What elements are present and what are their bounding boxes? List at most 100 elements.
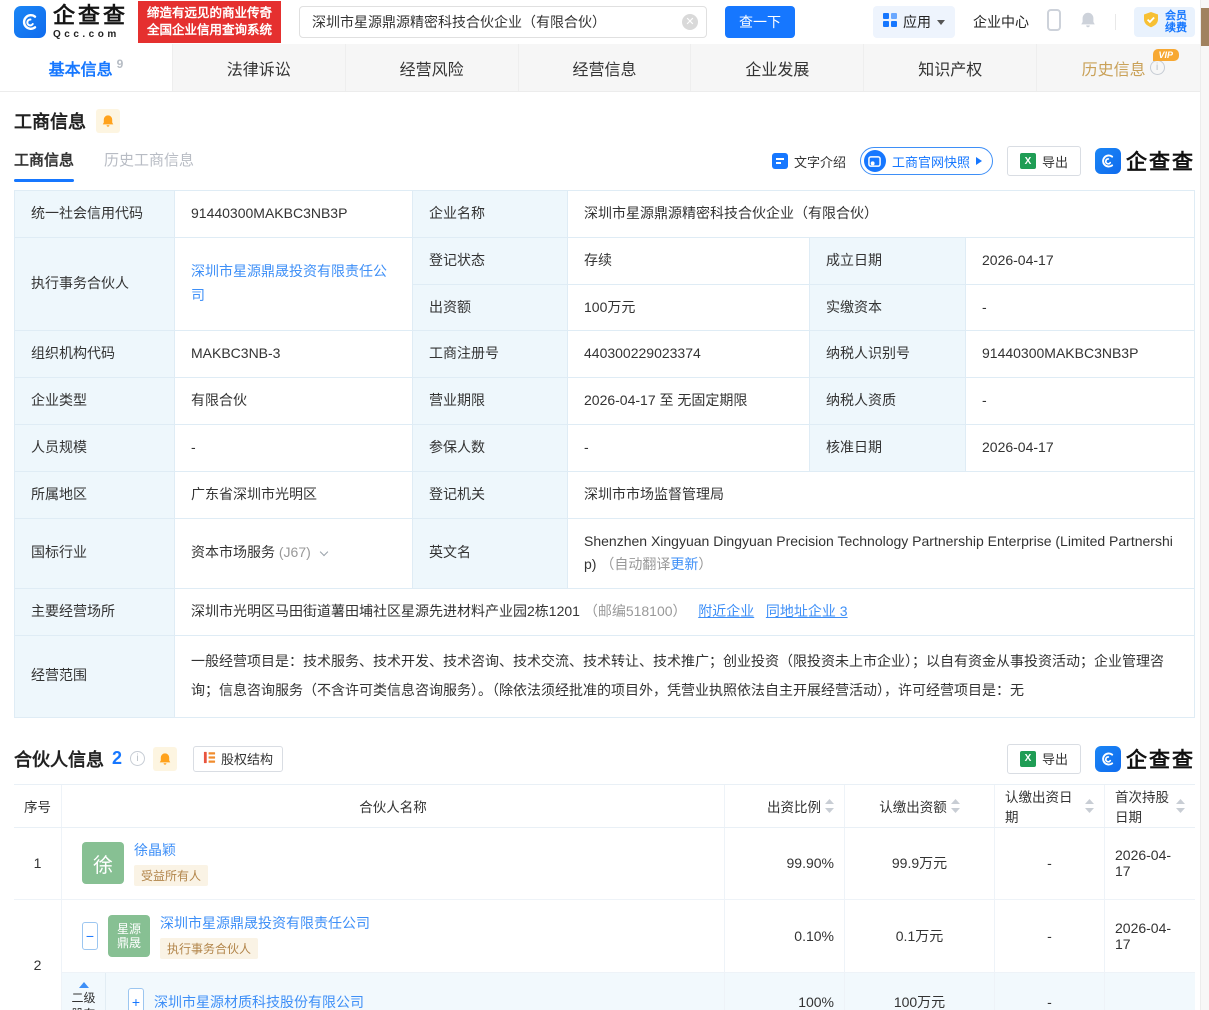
phone-icon[interactable] xyxy=(1047,8,1061,36)
search-button[interactable]: 查一下 xyxy=(725,6,796,38)
text-intro-button[interactable]: 文字介绍 xyxy=(771,152,846,171)
member-line2: 续费 xyxy=(1165,22,1187,34)
partner-name-link[interactable]: 徐晶颖 xyxy=(134,840,176,860)
info-label: 执行事务合伙人 xyxy=(14,236,175,332)
info-label: 成立日期 xyxy=(809,236,966,285)
sort-icon xyxy=(950,798,960,813)
info-value: - xyxy=(567,423,810,472)
ratio-value: 0.10% xyxy=(725,899,845,972)
info-icon: i xyxy=(130,751,146,767)
tab-intellectual-property[interactable]: 知识产权 xyxy=(864,44,1038,91)
amount-value: 0.1万元 xyxy=(845,899,995,972)
translate-update-link[interactable]: 更新 xyxy=(670,556,698,572)
equity-structure-button[interactable]: 股权结构 xyxy=(193,745,284,772)
tab-operation-risk[interactable]: 经营风险 xyxy=(346,44,519,91)
equity-structure-icon xyxy=(203,751,216,767)
subtab-business-info[interactable]: 工商信息 xyxy=(14,149,75,182)
address-zip: （邮编518100） xyxy=(583,603,687,620)
info-icon: i xyxy=(1149,60,1165,75)
first-date-value: 2026-04-17 xyxy=(1115,919,1172,952)
info-label: 登记机关 xyxy=(412,470,568,519)
collapse-icon[interactable]: − xyxy=(82,921,98,950)
tab-operation-info[interactable]: 经营信息 xyxy=(519,44,692,91)
first-date-value: 2026-04-17 xyxy=(1115,847,1172,880)
excel-icon: X xyxy=(1019,750,1036,767)
row-no: 2 xyxy=(14,899,62,1010)
info-value: 100万元 xyxy=(567,283,810,332)
qcc-logo-icon xyxy=(1095,745,1121,772)
exec-partner-link[interactable]: 深圳市星源鼎晟投资有限责任公司 xyxy=(191,263,387,303)
apps-menu[interactable]: 应用 xyxy=(873,6,955,38)
divider xyxy=(1115,14,1116,30)
partner-tag: 受益所有人 xyxy=(134,865,209,887)
bell-icon[interactable] xyxy=(1079,10,1097,35)
equity-structure-label: 股权结构 xyxy=(221,752,274,768)
info-label: 英文名 xyxy=(412,517,568,590)
partner-tag: 执行事务合伙人 xyxy=(160,937,259,959)
info-value: - xyxy=(174,423,413,472)
col-header-label: 出资比例 xyxy=(767,799,821,815)
enterprise-center-link[interactable]: 企业中心 xyxy=(973,12,1029,32)
tab-label: 经营信息 xyxy=(572,61,637,79)
avatar-line2: 鼎晟 xyxy=(116,935,141,950)
member-line1: 会员 xyxy=(1165,10,1187,22)
same-address-companies-link[interactable]: 同地址企业 3 xyxy=(766,603,848,619)
play-icon xyxy=(975,157,982,165)
partner-name-link[interactable]: 深圳市星源鼎晟投资有限责任公司 xyxy=(160,913,370,933)
address-value: 深圳市光明区马田街道薯田埔社区星源先进材料产业园2栋1201 xyxy=(191,603,580,620)
info-label: 组织机构代码 xyxy=(14,330,175,379)
tab-label: 知识产权 xyxy=(918,61,983,79)
triangle-up-icon[interactable] xyxy=(78,981,89,988)
export-button[interactable]: X 导出 xyxy=(1006,743,1081,774)
expand-icon[interactable]: + xyxy=(128,987,144,1010)
apps-grid-icon xyxy=(883,12,897,32)
shareholder-name-link[interactable]: 深圳市星源材质科技股份有限公司 xyxy=(154,992,364,1010)
info-value: 2026-04-17 xyxy=(965,423,1195,472)
first-date-value xyxy=(1105,973,1195,1010)
official-snapshot-button[interactable]: 工商官网快照 xyxy=(859,147,993,175)
tab-basic-info[interactable]: 基本信息 9 xyxy=(0,44,173,91)
col-header-ratio[interactable]: 出资比例 xyxy=(725,784,845,827)
export-label: 导出 xyxy=(1041,154,1068,170)
qcc-logo-icon xyxy=(14,6,46,38)
sort-icon xyxy=(1176,798,1185,813)
col-header-first-date[interactable]: 首次持股日期 xyxy=(1105,785,1195,827)
ratio-value: 100% xyxy=(725,972,845,1010)
qcc-logo[interactable]: 企查查 Qcc.com xyxy=(14,4,128,40)
info-value: 深圳市星源鼎晟投资有限责任公司 xyxy=(174,236,413,332)
col-header-amount[interactable]: 认缴出资额 xyxy=(845,784,995,827)
col-header-date[interactable]: 认缴出资日期 xyxy=(995,784,1105,827)
tab-history-info[interactable]: VIP 历史信息 i xyxy=(1037,44,1209,91)
info-value: 深圳市星源鼎源精密科技合伙企业（有限合伙） xyxy=(567,190,1195,238)
info-value: 91440300MAKBC3NB3P xyxy=(965,330,1195,379)
info-label: 经营范围 xyxy=(14,634,175,718)
qcc-watermark-text: 企查查 xyxy=(1126,151,1195,174)
scrollbar-track[interactable] xyxy=(1200,0,1209,1010)
date-value: - xyxy=(995,972,1105,1010)
auto-translate-note-close: ） xyxy=(698,556,713,573)
nearby-companies-link[interactable]: 附近企业 xyxy=(698,603,754,619)
scrollbar-thumb[interactable] xyxy=(1201,8,1209,46)
subscribe-bell-icon[interactable] xyxy=(153,746,178,771)
search-input[interactable] xyxy=(299,6,708,38)
tab-legal[interactable]: 法律诉讼 xyxy=(173,44,346,91)
main-tabs: 基本信息 9 法律诉讼 经营风险 经营信息 企业发展 知识产权 VIP 历史信息… xyxy=(0,44,1209,92)
info-value: 深圳市市场监督管理局 xyxy=(567,470,1195,519)
member-renew-button[interactable]: 会员 续费 xyxy=(1134,7,1195,37)
chevron-down-icon[interactable] xyxy=(319,548,328,557)
subtab-history-business-info[interactable]: 历史工商信息 xyxy=(104,149,194,182)
info-label: 人员规模 xyxy=(14,423,175,472)
tab-label: 企业发展 xyxy=(745,61,810,79)
info-value: 存续 xyxy=(567,236,810,285)
ratio-value: 99.90% xyxy=(725,827,845,899)
amount-value: 99.9万元 xyxy=(845,827,995,899)
snapshot-icon xyxy=(863,150,886,172)
tab-development[interactable]: 企业发展 xyxy=(691,44,865,91)
clear-icon[interactable]: ✕ xyxy=(682,14,699,30)
qcc-watermark-text: 企查查 xyxy=(1126,748,1195,772)
tab-label: 历史信息 xyxy=(1081,61,1146,79)
subscribe-bell-icon[interactable] xyxy=(96,109,120,133)
export-button[interactable]: X 导出 xyxy=(1006,146,1081,176)
info-label: 参保人数 xyxy=(412,423,568,472)
export-label: 导出 xyxy=(1041,752,1068,768)
